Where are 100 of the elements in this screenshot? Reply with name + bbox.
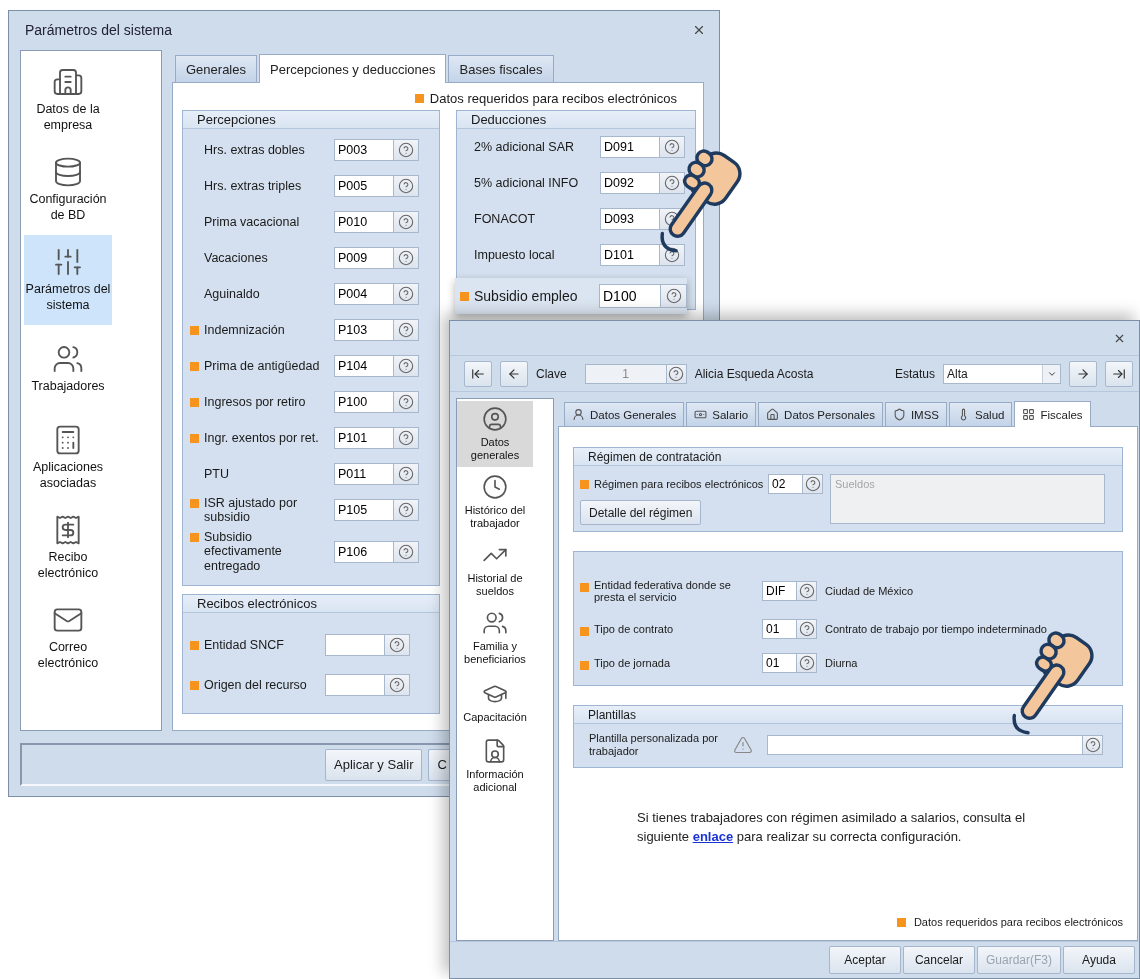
code-field[interactable]: D092	[600, 172, 660, 194]
help-button[interactable]	[394, 463, 419, 485]
field-label: Hrs. extras dobles	[204, 142, 305, 158]
tab[interactable]: Salud	[949, 402, 1013, 427]
field-label: Subsidio empleo	[474, 288, 579, 304]
sidebar-item[interactable]: Información adicional	[457, 733, 533, 800]
help-icon	[398, 466, 414, 482]
help-button[interactable]	[394, 319, 419, 341]
help-button[interactable]	[394, 540, 419, 563]
field-label: Estatus	[894, 366, 935, 381]
help-button[interactable]	[661, 284, 687, 308]
help-button[interactable]	[797, 619, 817, 640]
sidebar-item[interactable]: Datos generales	[457, 401, 533, 468]
field-label: Clave	[536, 366, 567, 381]
code-field[interactable]: P009	[334, 247, 394, 269]
help-button[interactable]	[394, 175, 419, 197]
sidebar-item[interactable]: Familia y beneficiarios	[457, 605, 533, 672]
dialog-button[interactable]: Aplicar y Salir	[325, 748, 423, 781]
code-field[interactable]: D091	[600, 136, 660, 158]
code-description: Ciudad de México	[825, 585, 914, 598]
code-field[interactable]: D100	[599, 284, 661, 308]
tab[interactable]: Generales	[175, 55, 257, 82]
code-field[interactable]: P005	[334, 175, 394, 197]
tab[interactable]: IMSS	[884, 402, 947, 427]
code-field[interactable]: P003	[334, 139, 394, 161]
help-button[interactable]	[660, 136, 685, 158]
sidebar-item[interactable]: Recibo electrónico	[24, 503, 112, 593]
code-field[interactable]: P106	[334, 540, 394, 563]
field-label: Régimen para recibos electrónicos	[594, 478, 764, 491]
field-label: Hrs. extras triples	[204, 178, 302, 194]
help-button[interactable]	[797, 653, 817, 674]
code-field[interactable]: D093	[600, 208, 660, 230]
sidebar-item[interactable]: Configuración de BD	[24, 145, 112, 235]
help-button[interactable]	[797, 581, 817, 602]
sidebar-item[interactable]: Historial de sueldos	[457, 537, 533, 604]
dialog-button[interactable]: Ayuda	[1063, 946, 1135, 974]
description-box: Sueldos	[830, 474, 1105, 525]
help-button[interactable]	[394, 139, 419, 161]
help-button[interactable]	[394, 499, 419, 521]
code-field[interactable]: P010	[334, 211, 394, 233]
help-button[interactable]	[660, 172, 685, 194]
last-record-button[interactable]	[1105, 360, 1133, 387]
code-field[interactable]: P101	[334, 427, 394, 449]
help-button[interactable]	[385, 674, 410, 696]
previous-button[interactable]	[500, 360, 528, 387]
help-button[interactable]	[394, 355, 419, 377]
grid-icon	[1022, 408, 1036, 422]
tab[interactable]: Fiscales	[1014, 401, 1091, 428]
sidebar-item[interactable]: Histórico del trabajador	[457, 469, 533, 536]
sidebar-item[interactable]: Correo electrónico	[24, 593, 112, 683]
status-dropdown[interactable]: Alta	[943, 363, 1061, 384]
code-field[interactable]: P004	[334, 283, 394, 305]
code-field[interactable]: P100	[334, 391, 394, 413]
template-field[interactable]	[767, 735, 1083, 756]
code-field[interactable]: P103	[334, 319, 394, 341]
tab[interactable]: Salario	[686, 402, 757, 427]
code-field[interactable]: P011	[334, 463, 394, 485]
help-button[interactable]	[394, 427, 419, 449]
sidebar-item[interactable]: Parámetros del sistema	[24, 235, 112, 325]
code-field[interactable]: 01	[762, 653, 797, 674]
dialog-button[interactable]: Cancelar	[902, 946, 975, 974]
field-label: Vacaciones	[204, 250, 268, 266]
code-field[interactable]: 01	[762, 619, 797, 640]
dialog-button[interactable]: Aceptar	[828, 946, 901, 974]
help-button[interactable]	[666, 363, 687, 384]
legend-text: Datos requeridos para recibos electrónicos	[913, 916, 1123, 928]
help-icon	[665, 288, 682, 304]
code-field[interactable]: P104	[334, 355, 394, 377]
next-button[interactable]	[1069, 360, 1097, 387]
code-field[interactable]	[325, 674, 385, 696]
sidebar-item[interactable]: Trabajadores	[24, 325, 112, 413]
link[interactable]: enlace	[692, 829, 734, 845]
sidebar-item[interactable]: Capacitación	[457, 673, 533, 732]
first-record-button[interactable]	[464, 360, 492, 387]
code-field[interactable]: P105	[334, 499, 394, 521]
help-icon	[398, 142, 414, 158]
help-button[interactable]	[394, 391, 419, 413]
legend-text: Datos requeridos para recibos electrónicos	[429, 91, 677, 106]
tab[interactable]: Datos Generales	[564, 402, 685, 427]
help-button[interactable]	[394, 283, 419, 305]
tab[interactable]: Datos Personales	[758, 402, 883, 427]
code-field[interactable]: D101	[600, 244, 660, 266]
tab[interactable]: Percepciones y deducciones	[259, 54, 447, 83]
field-label: PTU	[204, 466, 229, 482]
group-title: Percepciones	[183, 111, 439, 129]
help-button[interactable]	[394, 211, 419, 233]
sidebar-item[interactable]: Aplicaciones asociadas	[24, 413, 112, 503]
code-field[interactable]: 02	[768, 474, 803, 495]
help-button[interactable]	[660, 244, 685, 266]
code-field[interactable]	[325, 634, 385, 656]
regimen-detail-button[interactable]: Detalle del régimen	[580, 500, 702, 526]
help-button[interactable]	[803, 474, 823, 495]
sidebar-item[interactable]: Datos de la empresa	[24, 55, 112, 145]
help-button[interactable]	[1083, 735, 1103, 756]
tab[interactable]: Bases fiscales	[448, 55, 554, 82]
help-button[interactable]	[394, 247, 419, 269]
field-label: Entidad federativa donde se presta el servicio	[594, 578, 732, 605]
code-field[interactable]: DIF	[762, 581, 797, 602]
field-label: Prima vacacional	[204, 214, 300, 230]
help-button[interactable]	[385, 634, 410, 656]
